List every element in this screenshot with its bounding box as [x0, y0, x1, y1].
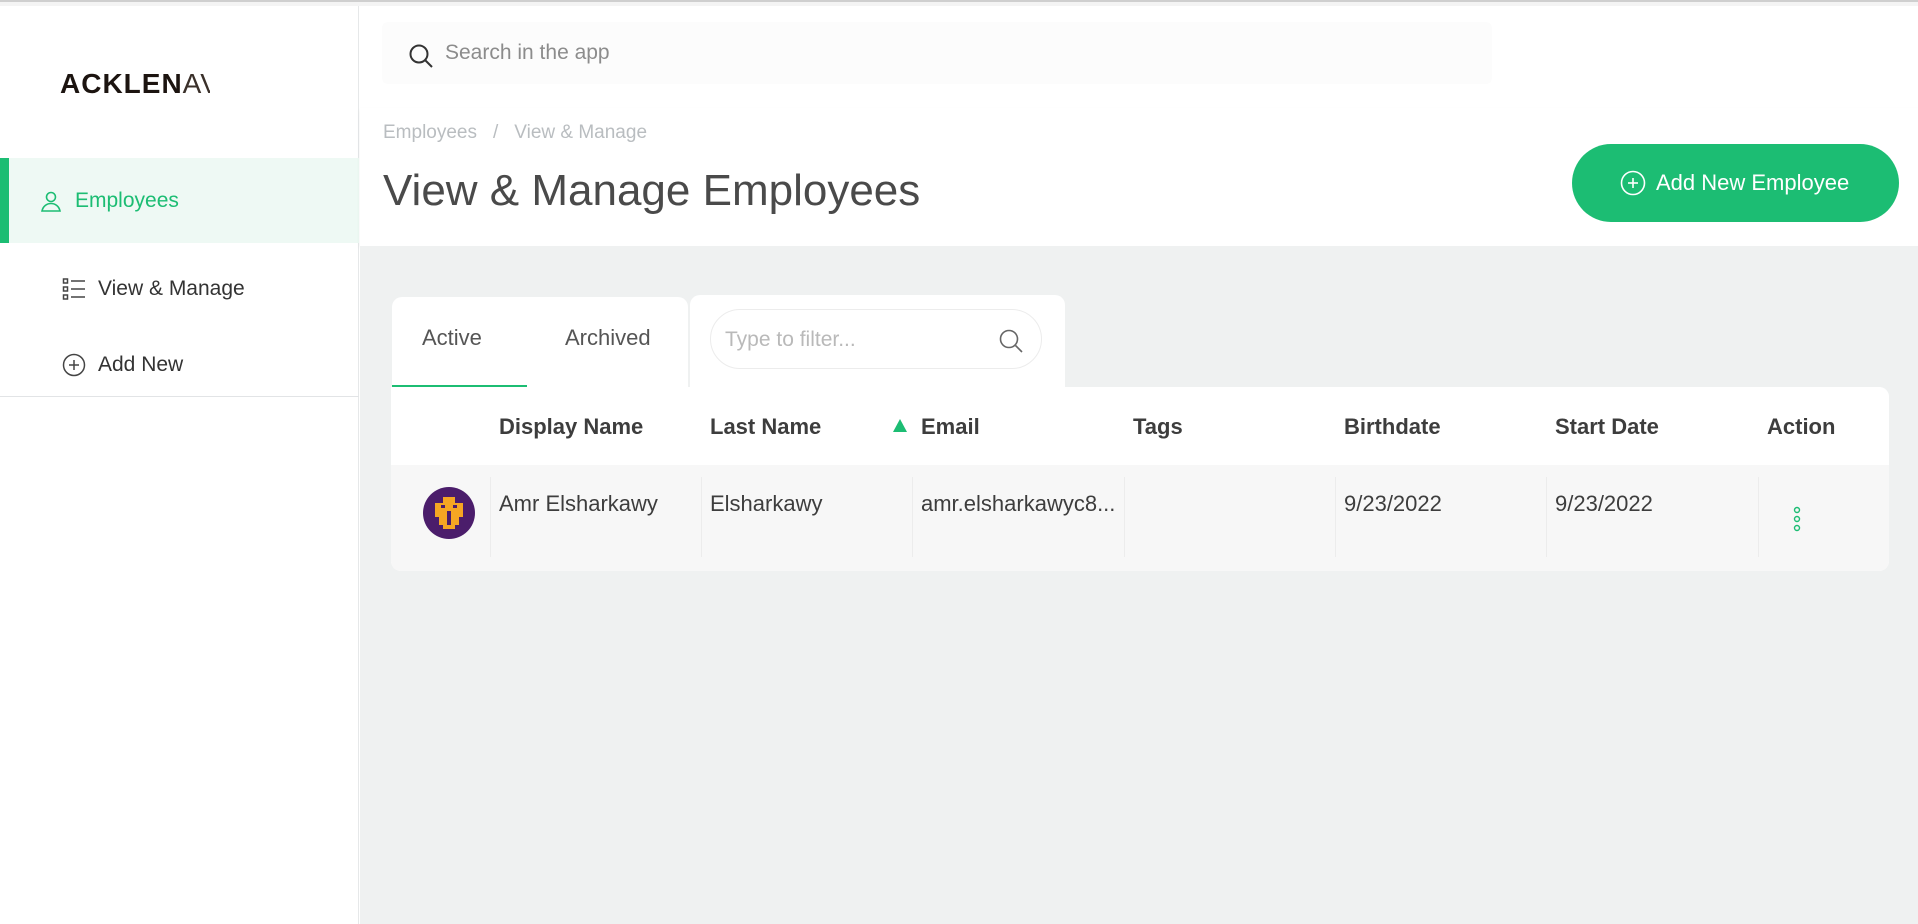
tab-archived[interactable]: Archived: [565, 325, 651, 351]
column-header-action: Action: [1767, 414, 1836, 439]
status-tabs: Active Archived: [392, 297, 688, 389]
logo-text-bold: ACKLEN: [60, 68, 183, 99]
tab-active[interactable]: Active: [422, 325, 482, 351]
filter-field: [710, 309, 1042, 369]
page-title: View & Manage Employees: [383, 166, 921, 215]
add-new-employee-button[interactable]: Add New Employee: [1572, 144, 1899, 222]
global-search: [382, 22, 1492, 84]
cell-birthdate: 9/23/2022: [1344, 491, 1442, 516]
sidebar: ACKLENAV Employees View & Manage Add New: [0, 6, 359, 924]
avatar-identicon: [435, 497, 463, 529]
column-header-email[interactable]: Email: [921, 414, 980, 440]
search-input[interactable]: [445, 36, 1345, 70]
cell-last-name: Elsharkawy: [710, 491, 823, 516]
cell-start-date: 9/23/2022: [1555, 491, 1653, 516]
breadcrumb: Employees / View & Manage: [383, 122, 647, 144]
avatar: [423, 487, 475, 539]
add-button-label: Add New Employee: [1656, 170, 1850, 195]
breadcrumb-view-manage: View & Manage: [514, 122, 648, 143]
cell-divider: [1124, 477, 1125, 557]
logo-text-rest: AV: [182, 68, 210, 99]
cell-divider: [1546, 477, 1547, 557]
breadcrumb-employees[interactable]: Employees: [383, 122, 477, 143]
column-header-birthdate[interactable]: Birthdate: [1344, 414, 1441, 440]
row-actions-kebab-icon[interactable]: [1789, 505, 1805, 533]
main-content: Active Archived Display Name Last Name E…: [360, 246, 1918, 924]
column-header-tags[interactable]: Tags: [1133, 414, 1183, 440]
column-header-display-name[interactable]: Display Name: [499, 414, 643, 440]
table-header: Display Name Last Name Email Tags Birthd…: [391, 387, 1889, 465]
column-header-start-date[interactable]: Start Date: [1555, 414, 1659, 440]
plus-circle-icon: [1620, 170, 1646, 196]
cell-divider: [701, 477, 702, 557]
search-icon[interactable]: [998, 328, 1024, 354]
cell-divider: [1758, 477, 1759, 557]
user-icon: [41, 191, 61, 212]
cell-divider: [1335, 477, 1336, 557]
cell-divider: [912, 477, 913, 557]
sidebar-divider: [0, 396, 359, 397]
column-header-last-name[interactable]: Last Name: [710, 414, 821, 440]
breadcrumb-separator: /: [493, 122, 499, 143]
page-header: Employees / View & Manage View & Manage Em…: [360, 108, 1918, 246]
sidebar-item-employees[interactable]: Employees: [0, 158, 359, 243]
list-icon: [62, 278, 85, 300]
employees-table: Display Name Last Name Email Tags Birthd…: [391, 387, 1889, 571]
table-row[interactable]: Amr Elsharkawy Elsharkawy amr.elsharkawy…: [391, 465, 1889, 571]
filter-input[interactable]: [725, 324, 985, 356]
cell-divider: [490, 477, 491, 557]
sidebar-item-view-manage[interactable]: View & Manage: [0, 259, 359, 319]
sidebar-item-add-new[interactable]: Add New: [0, 335, 359, 395]
sidebar-item-label: Employees: [75, 189, 179, 212]
cell-display-name: Amr Elsharkawy: [499, 491, 658, 516]
sort-ascending-icon[interactable]: [892, 418, 908, 434]
top-bar: [360, 6, 1918, 108]
app-logo[interactable]: ACKLENAV: [60, 68, 210, 100]
cell-email: amr.elsharkawyc8...: [921, 491, 1116, 516]
plus-circle-icon: [62, 353, 86, 377]
sidebar-item-label: View & Manage: [98, 277, 245, 300]
search-icon[interactable]: [408, 43, 434, 69]
sidebar-item-label: Add New: [98, 353, 184, 376]
filter-panel: [690, 295, 1065, 389]
